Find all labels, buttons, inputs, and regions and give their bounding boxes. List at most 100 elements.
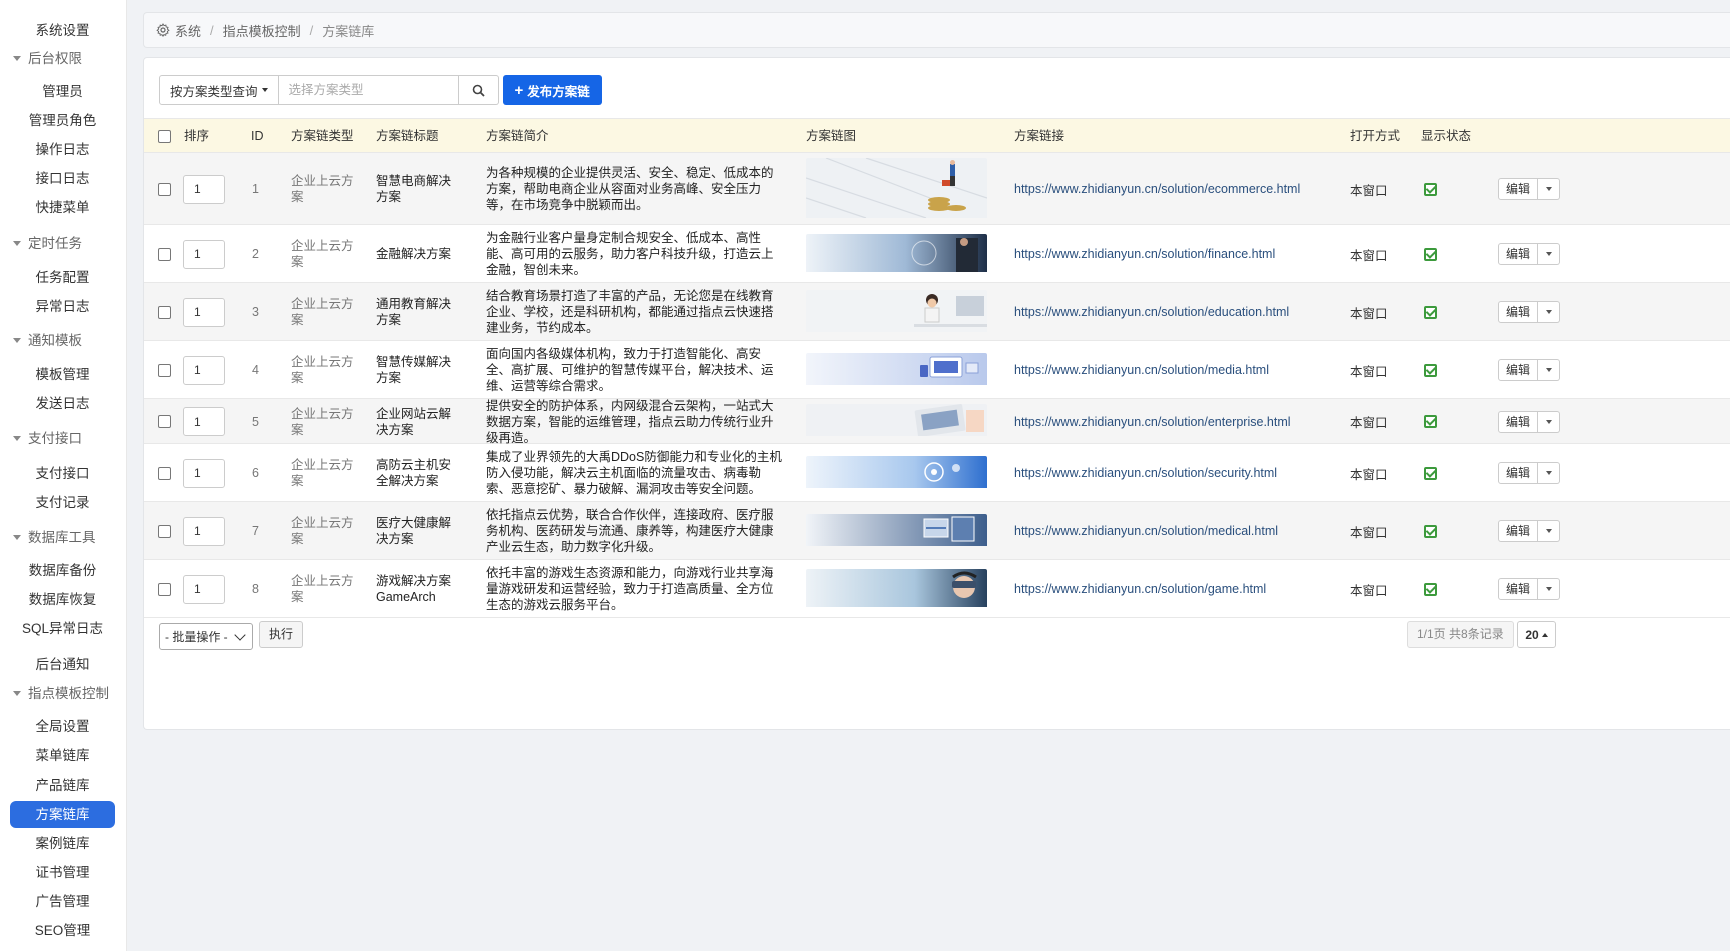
sidebar-group-admin[interactable]: 后台权限 — [10, 46, 120, 72]
row-checkbox[interactable] — [158, 363, 171, 377]
sidebar-item-menu-links[interactable]: 菜单链库 — [10, 742, 115, 769]
breadcrumb-item-system[interactable]: 系统 — [175, 21, 201, 40]
breadcrumb-item-template-control[interactable]: 指点模板控制 — [223, 21, 301, 40]
visible-check-icon[interactable] — [1424, 415, 1437, 428]
edit-dropdown-toggle[interactable] — [1538, 462, 1561, 484]
row-url-link[interactable]: https://www.zhidianyun.cn/solution/enter… — [1014, 399, 1291, 444]
row-checkbox[interactable] — [158, 182, 171, 196]
row-checkbox[interactable] — [158, 524, 171, 538]
edit-button[interactable]: 编辑 — [1498, 243, 1539, 265]
caret-down-icon — [1545, 471, 1552, 475]
edit-button[interactable]: 编辑 — [1498, 301, 1539, 323]
execute-button[interactable]: 执行 — [259, 621, 304, 648]
sidebar-item-quick-menu[interactable]: 快捷菜单 — [10, 194, 115, 221]
edit-button[interactable]: 编辑 — [1498, 359, 1539, 381]
sort-order-input[interactable] — [183, 174, 225, 204]
row-url-link[interactable]: https://www.zhidianyun.cn/solution/educa… — [1014, 283, 1289, 341]
sidebar-item-operation-log[interactable]: 操作日志 — [10, 136, 115, 163]
row-checkbox[interactable] — [158, 305, 171, 319]
row-description: 面向国内各级媒体机构，致力于打造智能化、高安全、高扩展、可维护的智慧传媒平台，解… — [486, 347, 774, 393]
table-row: 6 企业上云方案高防云主机安全解决方案 集成了业界领先的大禹DDoS防御能力和专业化… — [144, 444, 1730, 502]
sidebar-item-sql-error-log[interactable]: SQL异常日志 — [10, 615, 115, 642]
edit-dropdown-toggle[interactable] — [1538, 301, 1561, 323]
row-url-link[interactable]: https://www.zhidianyun.cn/solution/secur… — [1014, 444, 1277, 502]
sidebar-item-seo[interactable]: SEO管理 — [10, 917, 115, 944]
visible-check-icon[interactable] — [1424, 182, 1437, 196]
breadcrumb: 系统 / 指点模板控制 / 方案链库 — [143, 12, 1730, 48]
sidebar-group-cron[interactable]: 定时任务 — [10, 231, 120, 257]
visible-check-icon[interactable] — [1424, 582, 1437, 596]
sort-order-input[interactable] — [183, 355, 225, 385]
visible-check-icon[interactable] — [1424, 363, 1437, 377]
row-checkbox[interactable] — [158, 415, 171, 428]
solution-type-search-input[interactable] — [278, 75, 459, 105]
edit-button[interactable]: 编辑 — [1498, 410, 1539, 433]
edit-dropdown-toggle[interactable] — [1538, 520, 1561, 542]
publish-solution-button[interactable]: + 发布方案链 — [502, 75, 602, 105]
sidebar-item-product-links[interactable]: 产品链库 — [10, 772, 115, 799]
visible-check-icon[interactable] — [1424, 305, 1437, 319]
edit-button[interactable]: 编辑 — [1498, 578, 1539, 600]
header-sort[interactable]: 排序 — [184, 119, 209, 154]
sidebar-group-notify[interactable]: 通知模板 — [10, 328, 120, 354]
sidebar-item-db-backup[interactable]: 数据库备份 — [10, 557, 115, 584]
row-checkbox[interactable] — [158, 466, 171, 480]
edit-button[interactable]: 编辑 — [1498, 462, 1539, 484]
row-checkbox[interactable] — [158, 247, 171, 261]
batch-action-select[interactable]: - 批量操作 - — [159, 623, 253, 650]
page-size-dropdown[interactable]: 20 — [1517, 621, 1556, 648]
sidebar-group-template-control[interactable]: 指点模板控制 — [10, 681, 120, 707]
sort-order-input[interactable] — [183, 407, 225, 436]
row-open-mode: 本窗口 — [1350, 364, 1388, 379]
sort-order-input[interactable] — [183, 516, 225, 546]
edit-dropdown-toggle[interactable] — [1538, 243, 1561, 265]
sidebar-item-api-log[interactable]: 接口日志 — [10, 165, 115, 192]
edit-dropdown-toggle[interactable] — [1538, 178, 1561, 200]
sort-order-input[interactable] — [183, 458, 225, 488]
toolbar: 按方案类型查询 +发布方案链 — [159, 75, 602, 105]
edit-dropdown-toggle[interactable] — [1538, 410, 1561, 433]
sidebar-group-pay[interactable]: 支付接口 — [10, 426, 120, 452]
sidebar-item-task-config[interactable]: 任务配置 — [10, 264, 115, 291]
edit-button[interactable]: 编辑 — [1498, 178, 1539, 200]
sidebar-item-admins[interactable]: 管理员 — [10, 78, 115, 105]
row-title: 游戏解决方案GameArch — [376, 574, 452, 604]
sort-order-input[interactable] — [183, 574, 225, 604]
sidebar-item-exception-log[interactable]: 异常日志 — [10, 293, 115, 320]
row-open-mode: 本窗口 — [1350, 183, 1388, 198]
row-url-link[interactable]: https://www.zhidianyun.cn/solution/medic… — [1014, 502, 1278, 560]
edit-button[interactable]: 编辑 — [1498, 520, 1539, 542]
sidebar-item-admin-notice[interactable]: 后台通知 — [10, 651, 115, 678]
sidebar-item-pay-api[interactable]: 支付接口 — [10, 460, 115, 487]
sort-order-input[interactable] — [183, 239, 225, 269]
row-url-link[interactable]: https://www.zhidianyun.cn/solution/finan… — [1014, 225, 1275, 283]
sort-order-input[interactable] — [183, 297, 225, 327]
visible-check-icon[interactable] — [1424, 247, 1437, 261]
sidebar-group-db[interactable]: 数据库工具 — [10, 525, 120, 551]
sidebar-item-template-manage[interactable]: 模板管理 — [10, 361, 115, 388]
sidebar-item-admin-roles[interactable]: 管理员角色 — [10, 107, 115, 134]
header-id[interactable]: ID — [251, 119, 264, 154]
sidebar-group-label: 指点模板控制 — [28, 686, 109, 701]
sidebar-item-certificates[interactable]: 证书管理 — [10, 859, 115, 886]
sidebar-item-solution-links[interactable]: 方案链库 — [10, 801, 115, 828]
search-button[interactable] — [458, 75, 499, 105]
sidebar-item-send-log[interactable]: 发送日志 — [10, 390, 115, 417]
sidebar-item-db-restore[interactable]: 数据库恢复 — [10, 586, 115, 613]
row-url-link[interactable]: https://www.zhidianyun.cn/solution/ecomm… — [1014, 153, 1300, 225]
row-type: 企业上云方案 — [291, 355, 354, 385]
row-checkbox[interactable] — [158, 582, 171, 596]
sidebar-item-case-links[interactable]: 案例链库 — [10, 830, 115, 857]
sidebar-item-pay-record[interactable]: 支付记录 — [10, 489, 115, 516]
sidebar-item-global-settings[interactable]: 全局设置 — [10, 713, 115, 740]
edit-dropdown-toggle[interactable] — [1538, 359, 1561, 381]
visible-check-icon[interactable] — [1424, 466, 1437, 480]
row-url-link[interactable]: https://www.zhidianyun.cn/solution/game.… — [1014, 560, 1266, 618]
sidebar-item-ads[interactable]: 广告管理 — [10, 888, 115, 915]
solution-type-filter-dropdown[interactable]: 按方案类型查询 — [159, 75, 279, 105]
select-all-checkbox[interactable] — [158, 130, 171, 143]
visible-check-icon[interactable] — [1424, 524, 1437, 538]
sidebar-item-system-settings[interactable]: 系统设置 — [10, 17, 115, 44]
edit-dropdown-toggle[interactable] — [1538, 578, 1561, 600]
row-url-link[interactable]: https://www.zhidianyun.cn/solution/media… — [1014, 341, 1269, 399]
